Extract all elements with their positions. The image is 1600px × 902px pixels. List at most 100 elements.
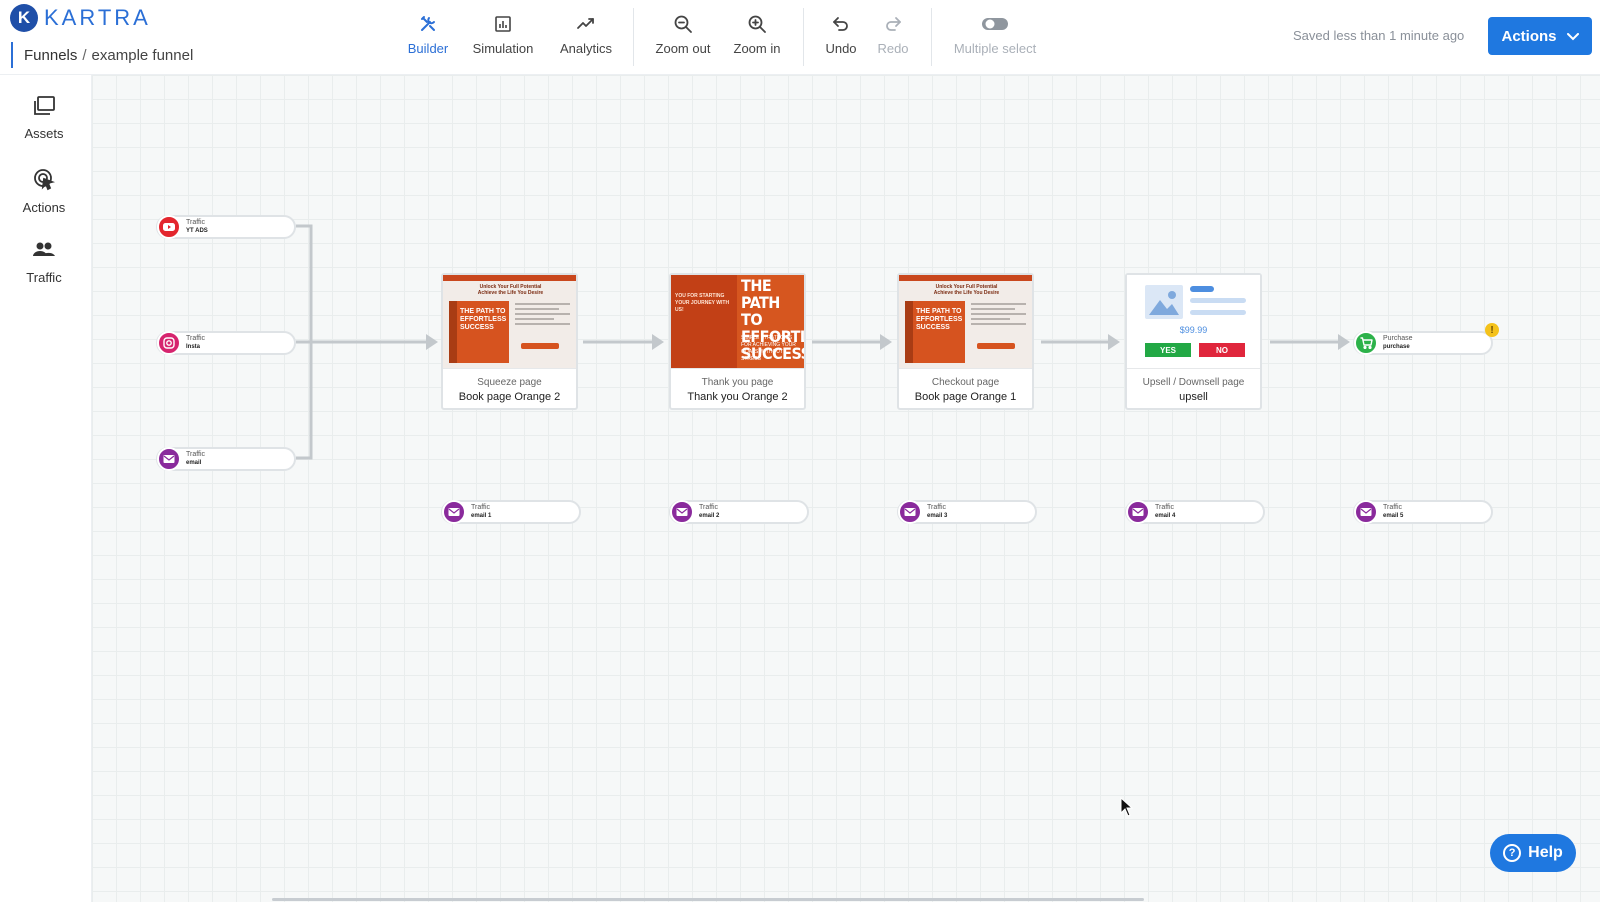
page-type: Squeeze page [477, 377, 542, 388]
thumb-line [971, 303, 1026, 305]
traffic-node-yt-ads[interactable]: Traffic YT ADS [156, 215, 296, 239]
upsell-price: $99.99 [1179, 325, 1208, 335]
toolbar-divider [803, 8, 804, 66]
page-type: Checkout page [931, 377, 1000, 388]
logo-mark: K [10, 4, 38, 32]
thumb-line [515, 303, 570, 305]
zoom-out-label: Zoom out [655, 41, 711, 56]
thumb-book-spine [449, 301, 457, 363]
toggle-switch-icon [981, 12, 1009, 36]
redo-label: Redo [877, 41, 909, 56]
thumb-line [971, 308, 1015, 310]
question-circle-icon: ? [1503, 844, 1522, 862]
thumb-book-spine [905, 301, 913, 363]
email-icon [157, 447, 181, 471]
toolbar-divider [633, 8, 634, 66]
builder-button[interactable]: Builder [402, 12, 454, 62]
chevron-down-icon [1566, 28, 1579, 45]
thumb-line [515, 323, 570, 325]
traffic-type: Traffic [186, 451, 206, 458]
traffic-node-email-2[interactable]: Traffic email 2 [669, 500, 809, 524]
traffic-name: email 2 [699, 513, 720, 519]
page-type: Thank you page [701, 377, 774, 388]
thumb-line [971, 313, 1026, 315]
multiple-select-toggle[interactable]: Multiple select [950, 12, 1040, 62]
page-node-thank-you[interactable]: YOU FOR STARTING YOUR JOURNEY WITH US! T… [669, 273, 806, 410]
actions-button-label: Actions [1501, 27, 1557, 45]
funnel-canvas[interactable]: Traffic YT ADS Traffic Insta Traffic ema… [92, 75, 1600, 902]
upsell-no-button: NO [1199, 343, 1245, 357]
traffic-type: Traffic [186, 335, 206, 342]
zoom-in-button[interactable]: Zoom in [731, 12, 783, 62]
people-icon [32, 239, 56, 264]
page-node-upsell[interactable]: $99.99 YES NO Upsell / Downsell page ups… [1125, 273, 1262, 410]
placeholder-line [1190, 310, 1246, 315]
sidebar-label-traffic: Traffic [26, 270, 62, 285]
thumb-subtitle: SIMPLE STRATEGIES FOR ACHIEVING YOUR GOA… [741, 335, 796, 362]
redo-button[interactable]: Redo [874, 12, 912, 62]
pill-text: Traffic email 1 [471, 504, 491, 520]
thumb-text-lines [515, 303, 570, 328]
sidebar-item-assets[interactable]: Assets [0, 95, 88, 141]
email-icon [898, 500, 922, 524]
traffic-name: Insta [186, 344, 201, 350]
pill-text: Traffic email 5 [1383, 504, 1403, 520]
traffic-node-email[interactable]: Traffic email [156, 447, 296, 471]
horizontal-scrollbar[interactable] [272, 898, 1144, 901]
traffic-node-insta[interactable]: Traffic Insta [156, 331, 296, 355]
breadcrumb-funnels[interactable]: Funnels [24, 47, 77, 64]
thumb-book-title: THE PATH TO EFFORTLESS SUCCESS [460, 308, 507, 331]
zoom-out-button[interactable]: Zoom out [652, 12, 714, 62]
thumb-book-title: THE PATH TO EFFORTLESS SUCCESS [916, 308, 963, 331]
simulation-label: Simulation [472, 41, 534, 56]
traffic-name: email [186, 460, 202, 466]
sidebar-item-actions[interactable]: Actions [0, 167, 88, 215]
save-status: Saved less than 1 minute ago [1293, 28, 1465, 43]
traffic-type: Traffic [1383, 504, 1403, 511]
traffic-name: email 1 [471, 513, 492, 519]
cart-icon [1354, 331, 1378, 355]
thumb-banner [899, 275, 1032, 281]
traffic-type: Traffic [471, 504, 491, 511]
traffic-node-email-3[interactable]: Traffic email 3 [897, 500, 1037, 524]
builder-label: Builder [407, 41, 449, 56]
email-icon [1126, 500, 1150, 524]
traffic-node-email-1[interactable]: Traffic email 1 [441, 500, 581, 524]
zoom-in-label: Zoom in [733, 41, 781, 56]
page-name: upsell [1179, 391, 1208, 403]
purchase-type: Purchase [1383, 335, 1413, 342]
tools-icon [418, 12, 438, 36]
cursor-click-icon [32, 167, 56, 194]
purchase-name: purchase [1383, 344, 1410, 350]
simulation-button[interactable]: Simulation [470, 12, 536, 62]
kartra-logo[interactable]: K KARTRA [10, 4, 151, 32]
thumb-line [515, 318, 554, 320]
thumb-line [971, 318, 1010, 320]
breadcrumb-separator: / [82, 46, 87, 64]
page-node-squeeze[interactable]: Unlock Your Full Potential Achieve the L… [441, 273, 578, 410]
pill-text: Traffic email 4 [1155, 504, 1175, 520]
thumb-cta [521, 343, 559, 349]
toolbar-divider [931, 8, 932, 66]
undo-button[interactable]: Undo [822, 12, 860, 62]
traffic-node-email-4[interactable]: Traffic email 4 [1125, 500, 1265, 524]
analytics-button[interactable]: Analytics [555, 12, 617, 62]
traffic-name: email 4 [1155, 513, 1176, 519]
thumb-left-panel [671, 275, 737, 368]
actions-dropdown-button[interactable]: Actions [1488, 17, 1592, 55]
sidebar-item-traffic[interactable]: Traffic [0, 239, 88, 285]
page-node-checkout[interactable]: Unlock Your Full Potential Achieve the L… [897, 273, 1034, 410]
pill-text: Traffic email [186, 451, 205, 467]
pill-text: Traffic email 2 [699, 504, 719, 520]
traffic-name: email 5 [1383, 513, 1404, 519]
email-icon [1354, 500, 1378, 524]
traffic-node-email-5[interactable]: Traffic email 5 [1353, 500, 1493, 524]
breadcrumb-current: example funnel [91, 46, 194, 64]
instagram-icon [157, 331, 181, 355]
placeholder-line [1190, 298, 1246, 303]
page-name: Book page Orange 1 [914, 391, 1017, 403]
warning-icon[interactable]: ! [1485, 323, 1499, 337]
help-button[interactable]: ? Help [1490, 834, 1576, 872]
purchase-node[interactable]: Purchase purchase [1353, 331, 1493, 355]
page-thumbnail: Unlock Your Full Potential Achieve the L… [443, 275, 576, 369]
